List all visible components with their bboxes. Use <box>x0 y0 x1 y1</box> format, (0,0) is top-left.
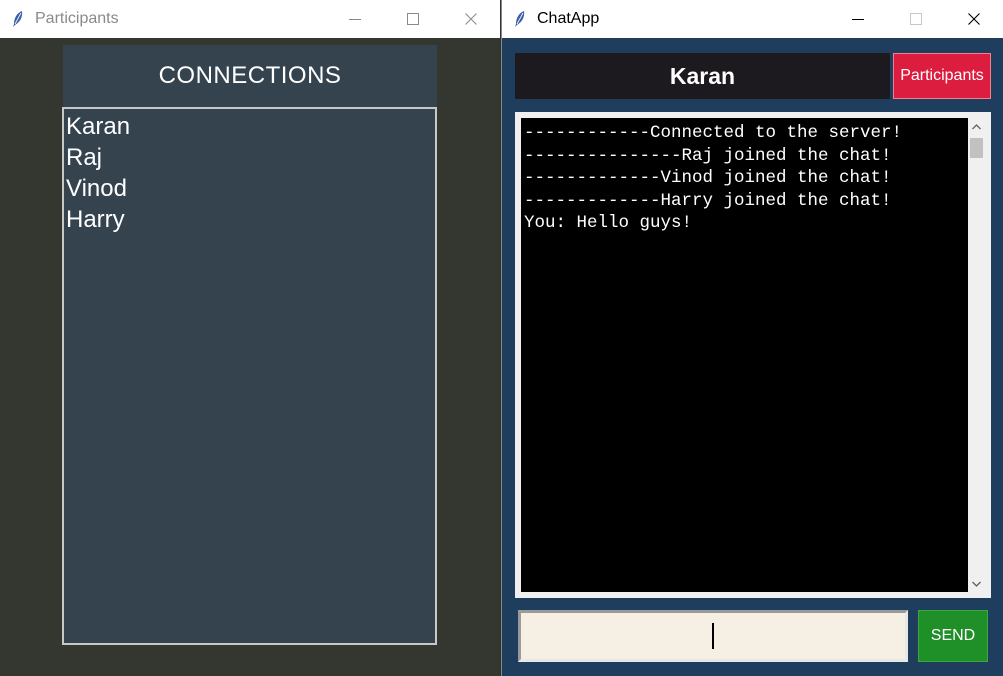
chatapp-titlebar[interactable]: ChatApp <box>502 0 1003 38</box>
chat-message: ---------------Raj joined the chat! <box>524 145 892 166</box>
minimize-icon <box>852 19 864 20</box>
send-button[interactable]: SEND <box>918 610 988 662</box>
close-icon <box>968 13 980 25</box>
feather-icon <box>514 10 528 28</box>
participants-content: CONNECTIONS Karan Raj Vinod Harry <box>0 38 500 676</box>
list-item[interactable]: Raj <box>66 142 433 173</box>
participants-button[interactable]: Participants <box>893 53 991 99</box>
close-button[interactable] <box>442 0 500 38</box>
chat-message: -------------Vinod joined the chat! <box>524 168 892 188</box>
participants-window: Participants CONNECTIONS Karan Raj Vinod… <box>0 0 500 676</box>
chat-scrollbar[interactable] <box>968 118 985 592</box>
close-button[interactable] <box>945 0 1003 38</box>
minimize-button[interactable] <box>326 0 384 38</box>
feather-icon <box>12 10 26 28</box>
message-input[interactable] <box>518 610 908 662</box>
chat-content: Karan Participants ------------Connected… <box>502 38 1003 676</box>
user-name-label: Karan <box>515 53 890 99</box>
window-title: Participants <box>35 10 119 27</box>
participants-titlebar[interactable]: Participants <box>0 0 500 38</box>
window-title: ChatApp <box>537 10 600 27</box>
chevron-up-icon <box>972 123 981 129</box>
chatapp-window: ChatApp Karan Participants ------------C… <box>501 0 1003 676</box>
maximize-icon <box>407 13 419 25</box>
list-item[interactable]: Karan <box>66 111 433 142</box>
chat-message: ------------Connected to the server! <box>524 123 903 143</box>
scroll-up-button[interactable] <box>968 118 985 135</box>
chat-log-frame: ------------Connected to the server! ---… <box>515 112 991 598</box>
close-icon <box>465 13 477 25</box>
maximize-icon <box>910 13 922 25</box>
chat-message: -------------Harry joined the chat! <box>524 190 892 211</box>
maximize-button[interactable] <box>384 0 442 38</box>
list-item[interactable]: Harry <box>66 204 433 235</box>
chevron-down-icon <box>972 581 981 587</box>
list-item[interactable]: Vinod <box>66 173 433 204</box>
text-caret <box>712 623 714 649</box>
chat-message: You: Hello guys! <box>524 213 693 233</box>
minimize-button[interactable] <box>829 0 887 38</box>
connections-list[interactable]: Karan Raj Vinod Harry <box>62 107 437 645</box>
scrollbar-thumb[interactable] <box>970 138 983 158</box>
scroll-down-button[interactable] <box>968 575 985 592</box>
connections-header: CONNECTIONS <box>63 45 437 107</box>
minimize-icon <box>349 19 361 20</box>
maximize-button[interactable] <box>887 0 945 38</box>
chat-log[interactable]: ------------Connected to the server! ---… <box>521 118 985 592</box>
